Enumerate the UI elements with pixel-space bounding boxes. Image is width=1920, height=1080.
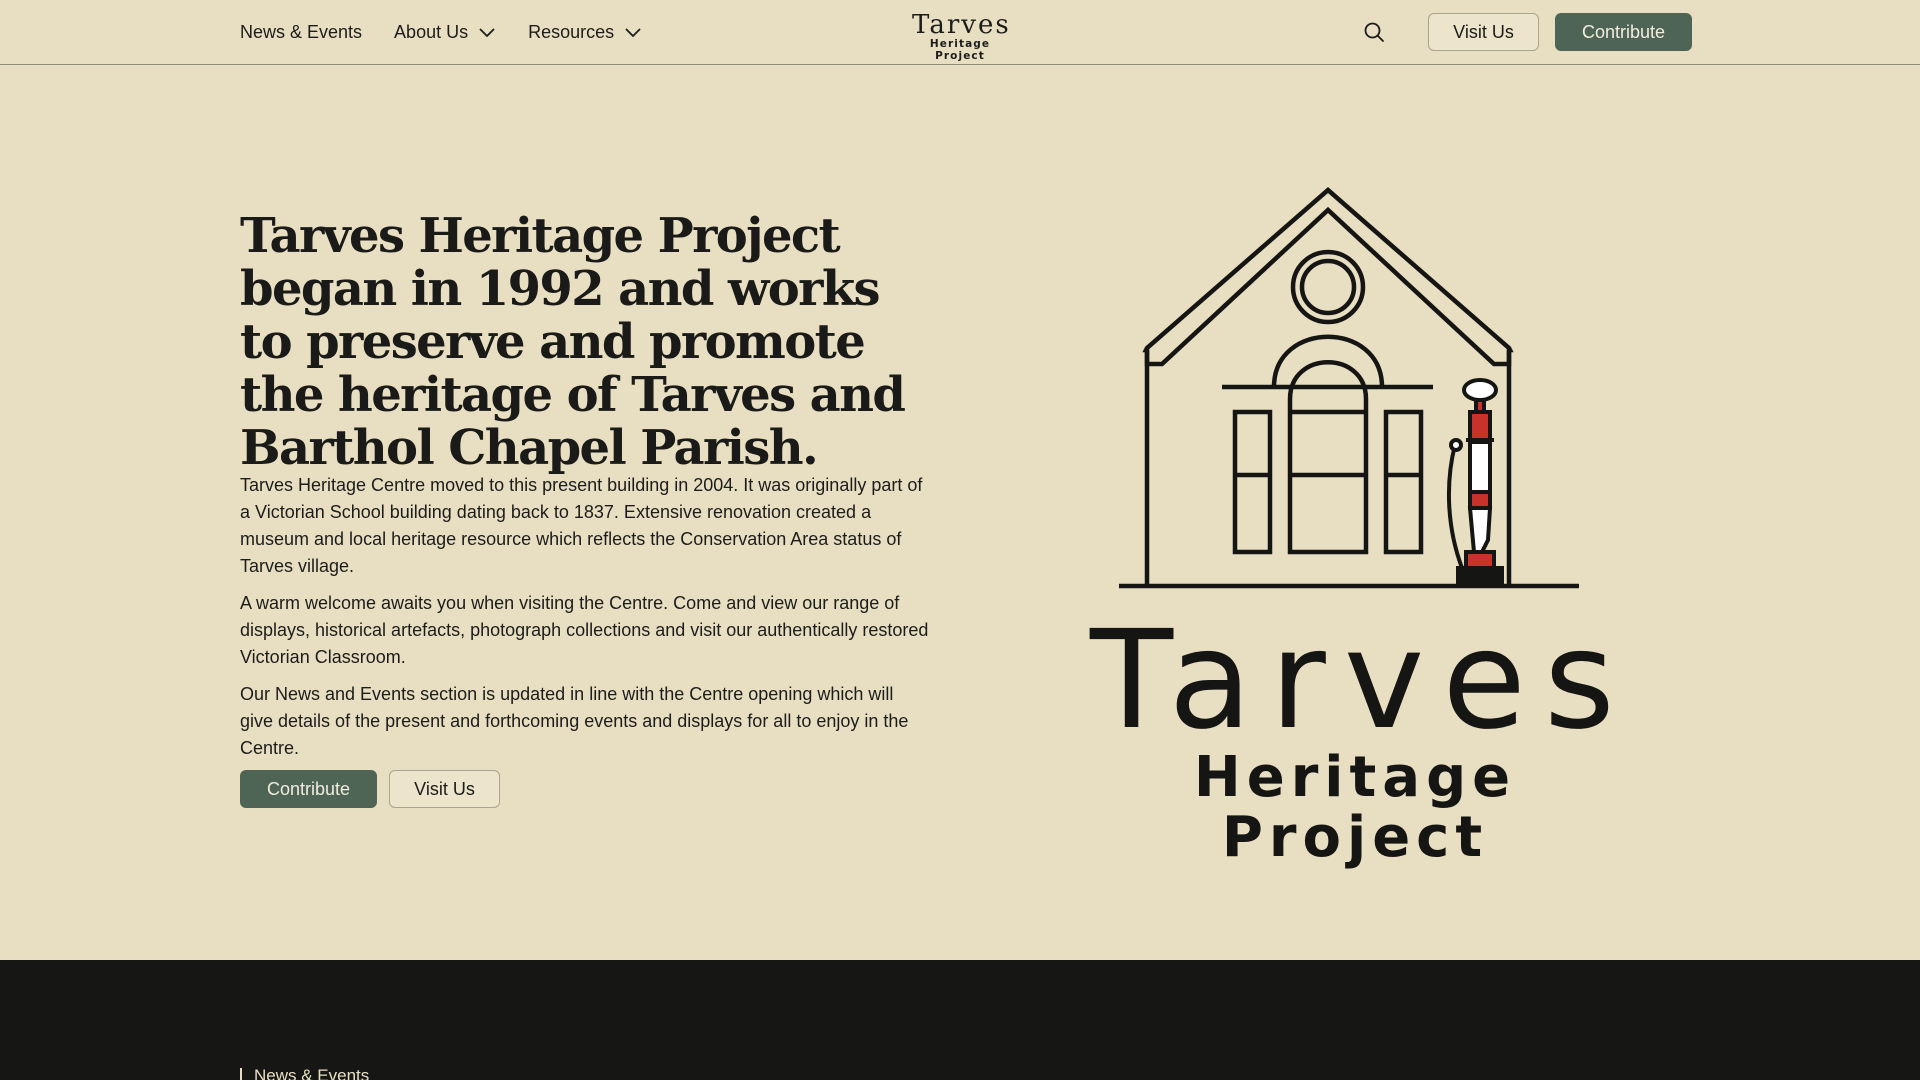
- hero-contribute-button[interactable]: Contribute: [240, 770, 377, 808]
- site-header: News & Events About Us Resources Tarves …: [0, 0, 1920, 65]
- hero-paragraph: Tarves Heritage Centre moved to this pre…: [240, 475, 923, 576]
- hero-logo-wordmark: Tarves Heritage Project: [1090, 612, 1620, 868]
- footer-link-label: News & Events: [254, 1066, 370, 1080]
- hero-body: Tarves Heritage Centre moved to this pre…: [240, 472, 930, 772]
- chevron-down-icon: [625, 28, 641, 38]
- nav-about-us[interactable]: About Us: [394, 22, 496, 43]
- hero-visit-us-button[interactable]: Visit Us: [389, 770, 500, 808]
- site-footer: News & Events: [0, 960, 1920, 1080]
- header-visit-us-button[interactable]: Visit Us: [1428, 13, 1539, 51]
- nav-news-events-label: News & Events: [240, 21, 363, 42]
- hero-actions: Contribute Visit Us: [240, 770, 500, 808]
- hero-logo-name: Tarves: [1090, 602, 1633, 760]
- hero-paragraph: A warm welcome awaits you when visiting …: [240, 593, 929, 667]
- hero-paragraph: Our News and Events section is updated i…: [240, 684, 909, 758]
- nav-news-events[interactable]: News & Events: [240, 22, 362, 43]
- school-building-icon: [1119, 187, 1579, 589]
- nav-about-us-label: About Us: [394, 21, 469, 42]
- water-pump-icon: [1446, 378, 1504, 584]
- search-button[interactable]: [1360, 18, 1388, 46]
- footer-link-marker: [240, 1068, 242, 1080]
- header-logo-subtitle: Heritage Project: [929, 38, 991, 62]
- header-actions: Visit Us Contribute: [1360, 13, 1692, 51]
- hero-title: Tarves Heritage Project began in 1992 an…: [240, 208, 906, 476]
- header-logo-name: Tarves: [912, 10, 1011, 40]
- search-icon: [1364, 22, 1384, 42]
- chevron-down-icon: [479, 28, 495, 38]
- main-nav: News & Events About Us Resources: [240, 0, 642, 64]
- header-contribute-button[interactable]: Contribute: [1555, 13, 1692, 51]
- footer-link-news-events[interactable]: News & Events: [240, 1066, 369, 1080]
- nav-resources[interactable]: Resources: [528, 22, 642, 43]
- nav-resources-label: Resources: [528, 21, 615, 42]
- header-logo[interactable]: Tarves Heritage Project: [912, 10, 1011, 62]
- hero-logo-subtitle: Heritage Project: [1193, 745, 1517, 870]
